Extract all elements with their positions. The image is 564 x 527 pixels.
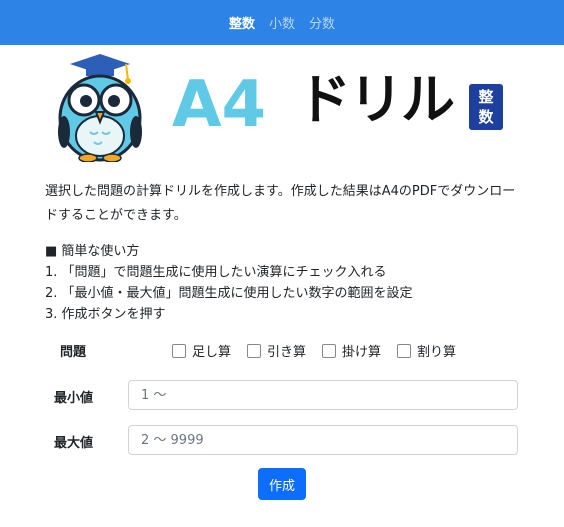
checkbox-subtraction[interactable]: 引き算: [247, 341, 306, 360]
checkbox-box[interactable]: [397, 343, 412, 358]
min-label: 最小値: [54, 391, 94, 406]
checkbox-label: 引き算: [267, 345, 307, 360]
checkbox-label: 掛け算: [342, 345, 382, 360]
howto-step: 3. 作成ボタンを押す: [45, 307, 166, 322]
checkbox-box[interactable]: [172, 343, 186, 358]
checkbox-multiplication[interactable]: 掛け算: [322, 341, 381, 360]
checkbox-addition[interactable]: 足し算: [172, 341, 231, 360]
howto-step: 2. 「最小値・最大値」問題生成に使用したい数字の範囲を設定: [45, 286, 413, 301]
max-value-input[interactable]: [128, 425, 518, 455]
howto-section: ■ 簡単な使い方 1. 「問題」で問題生成に使用したい演算にチェック入れる 2.…: [45, 241, 525, 325]
logo-badge-bottom: 数: [478, 108, 494, 126]
top-navbar: 整数 小数 分数: [0, 0, 564, 45]
problems-label: 問題: [60, 345, 87, 360]
max-label: 最大値: [54, 436, 94, 451]
nav-fraction[interactable]: 分数: [309, 13, 335, 32]
logo-drill-text: ドリル: [297, 68, 455, 131]
svg-text:A4: A4: [172, 70, 266, 136]
nav-integer[interactable]: 整数: [229, 13, 255, 32]
logo-a4-text: A4: [172, 70, 266, 136]
create-button[interactable]: 作成: [258, 468, 306, 500]
howto-step: 1. 「問題」で問題生成に使用したい演算にチェック入れる: [45, 265, 387, 280]
logo-badge: 整 数: [469, 84, 503, 130]
description-text: 選択した問題の計算ドリルを作成します。作成した結果はA4のPDFでダウンロードす…: [45, 184, 516, 223]
checkbox-label: 足し算: [192, 345, 232, 360]
checkbox-division[interactable]: 割り算: [397, 341, 456, 360]
checkbox-box[interactable]: [322, 343, 337, 358]
owl-mascot-icon: [58, 54, 142, 162]
problems-options: 足し算 引き算 掛け算 割り算: [172, 341, 456, 360]
checkbox-label: 割り算: [417, 345, 457, 360]
howto-title: ■ 簡単な使い方: [45, 244, 140, 259]
nav-decimal[interactable]: 小数: [269, 13, 295, 32]
min-value-input[interactable]: [128, 380, 518, 410]
logo-badge-top: 整: [478, 88, 494, 106]
checkbox-box[interactable]: [247, 343, 262, 358]
